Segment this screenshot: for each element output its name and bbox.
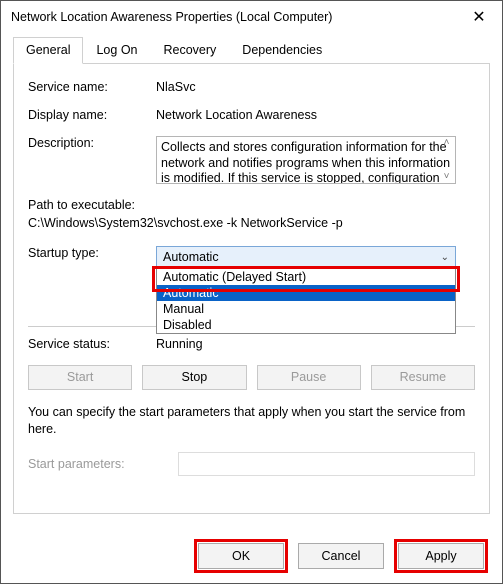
dialog-window: Network Location Awareness Properties (L…	[0, 0, 503, 584]
value-service-name: NlaSvc	[156, 80, 475, 94]
label-description: Description:	[28, 136, 156, 150]
value-display-name: Network Location Awareness	[156, 108, 475, 122]
chevron-down-icon: ⌄	[441, 252, 449, 263]
option-manual[interactable]: Manual	[157, 301, 455, 317]
value-service-status: Running	[156, 337, 475, 351]
stop-button[interactable]: Stop	[142, 365, 246, 390]
tab-panel-general: Service name: NlaSvc Display name: Netwo…	[13, 64, 490, 514]
label-service-name: Service name:	[28, 80, 156, 94]
description-scrollbar[interactable]: ˄ ˅	[438, 137, 455, 183]
dialog-footer: OK Cancel Apply	[1, 533, 502, 583]
option-automatic[interactable]: Automatic	[157, 285, 455, 301]
window-title: Network Location Awareness Properties (L…	[11, 10, 456, 24]
value-path: C:\Windows\System32\svchost.exe -k Netwo…	[28, 216, 475, 230]
pause-button: Pause	[257, 365, 361, 390]
close-icon[interactable]: ✕	[456, 1, 502, 33]
ok-button[interactable]: OK	[198, 543, 284, 569]
titlebar: Network Location Awareness Properties (L…	[1, 1, 502, 33]
start-params-input	[178, 452, 475, 476]
startup-type-combobox[interactable]: Automatic ⌄	[156, 246, 456, 268]
option-delayed[interactable]: Automatic (Delayed Start)	[157, 269, 455, 285]
startup-type-selected: Automatic	[163, 250, 219, 264]
label-service-status: Service status:	[28, 337, 156, 351]
note-text: You can specify the start parameters tha…	[28, 404, 475, 438]
value-description: Collects and stores configuration inform…	[161, 140, 450, 184]
scroll-up-icon[interactable]: ˄	[444, 137, 450, 150]
label-startup-type: Startup type:	[28, 246, 156, 260]
label-start-params: Start parameters:	[28, 457, 178, 471]
label-path: Path to executable:	[28, 198, 475, 212]
tab-general[interactable]: General	[13, 37, 83, 64]
scroll-down-icon[interactable]: ˅	[444, 171, 450, 184]
tab-dependencies[interactable]: Dependencies	[229, 37, 335, 63]
start-button: Start	[28, 365, 132, 390]
tab-logon[interactable]: Log On	[83, 37, 150, 63]
tabstrip: General Log On Recovery Dependencies	[13, 37, 490, 64]
startup-type-dropdown: Automatic (Delayed Start) Automatic Manu…	[156, 268, 456, 334]
tab-recovery[interactable]: Recovery	[151, 37, 230, 63]
apply-button[interactable]: Apply	[398, 543, 484, 569]
label-display-name: Display name:	[28, 108, 156, 122]
cancel-button[interactable]: Cancel	[298, 543, 384, 569]
option-disabled[interactable]: Disabled	[157, 317, 455, 333]
resume-button: Resume	[371, 365, 475, 390]
description-box[interactable]: Collects and stores configuration inform…	[156, 136, 456, 184]
